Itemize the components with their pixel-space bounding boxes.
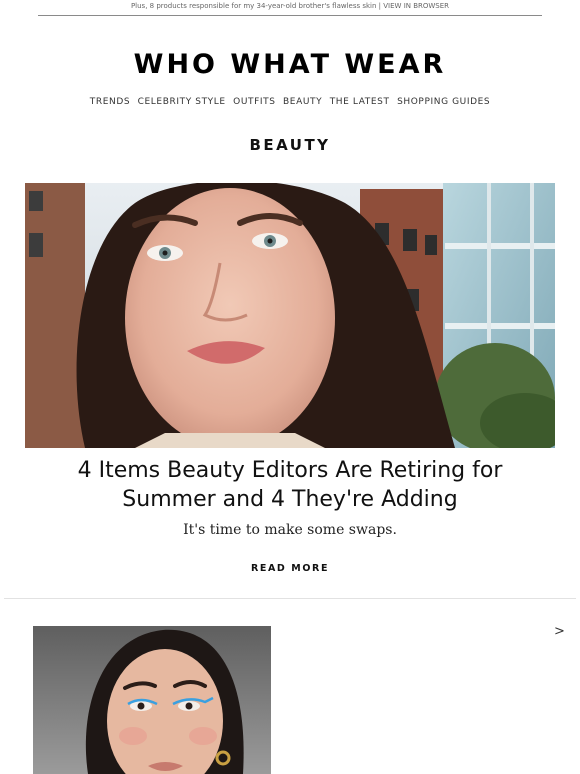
nav-item-beauty[interactable]: BEAUTY (283, 97, 322, 107)
headline-line-2: Summer and 4 They're Adding (122, 487, 458, 512)
view-in-browser-link[interactable]: VIEW IN BROWSER (383, 2, 449, 10)
next-story-image[interactable] (33, 626, 271, 774)
feature-dek: It's time to make some swaps. (183, 522, 397, 538)
section-title: BEAUTY (249, 136, 331, 154)
nav-item-shopping-guides[interactable]: SHOPPING GUIDES (397, 97, 490, 107)
preheader: Plus, 8 products responsible for my 34-y… (38, 0, 542, 16)
nav-item-celebrity-style[interactable]: CELEBRITY STYLE (138, 97, 226, 107)
read-more-button[interactable]: READ MORE (0, 562, 580, 576)
preheader-separator: | (378, 2, 382, 10)
nav-item-outfits[interactable]: OUTFITS (233, 97, 275, 107)
preheader-text: Plus, 8 products responsible for my 34-y… (130, 2, 377, 10)
portrait-photo-icon (33, 626, 271, 774)
portrait-photo-icon (25, 183, 555, 448)
feature-image[interactable] (25, 183, 555, 448)
section-divider (4, 598, 576, 599)
nav-item-trends[interactable]: TRENDS (90, 97, 130, 107)
feature-headline[interactable]: 4 Items Beauty Editors Are Retiring for … (40, 456, 540, 514)
main-nav: TRENDS CELEBRITY STYLE OUTFITS BEAUTY TH… (0, 96, 580, 108)
nav-item-the-latest[interactable]: THE LATEST (330, 97, 390, 107)
next-arrow-icon[interactable]: > (554, 623, 565, 641)
headline-line-1: 4 Items Beauty Editors Are Retiring for (77, 458, 503, 483)
read-more-link[interactable]: READ MORE (251, 563, 329, 574)
brand-logo[interactable]: WHO WHAT WEAR (0, 47, 580, 83)
